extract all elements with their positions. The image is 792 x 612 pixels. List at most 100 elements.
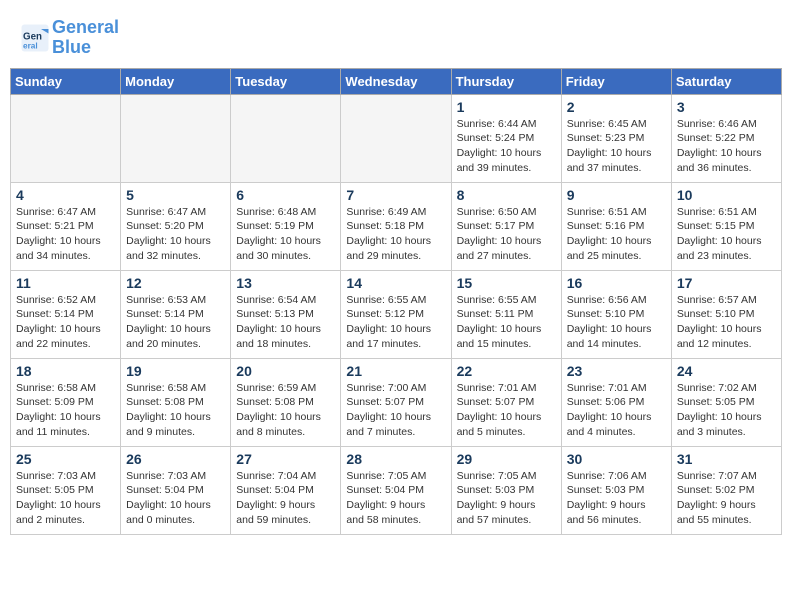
calendar-cell: 2 Sunrise: 6:45 AM Sunset: 5:23 PM Daylig… bbox=[561, 94, 671, 182]
week-row-4: 18 Sunrise: 6:58 AM Sunset: 5:09 PM Dayli… bbox=[11, 358, 782, 446]
logo-icon: Gen eral bbox=[20, 23, 50, 53]
calendar-cell: 4 Sunrise: 6:47 AM Sunset: 5:21 PM Daylig… bbox=[11, 182, 121, 270]
calendar-cell: 20 Sunrise: 6:59 AM Sunset: 5:08 PM Dayli… bbox=[231, 358, 341, 446]
day-info: Sunrise: 7:05 AM Sunset: 5:03 PM Dayligh… bbox=[457, 469, 556, 528]
day-number: 29 bbox=[457, 451, 556, 467]
calendar-cell: 23 Sunrise: 7:01 AM Sunset: 5:06 PM Dayli… bbox=[561, 358, 671, 446]
day-info: Sunrise: 6:51 AM Sunset: 5:15 PM Dayligh… bbox=[677, 205, 776, 264]
day-number: 2 bbox=[567, 99, 666, 115]
calendar-cell: 10Sunrise: 6:51 AM Sunset: 5:15 PM Dayli… bbox=[671, 182, 781, 270]
day-number: 17 bbox=[677, 275, 776, 291]
calendar-cell: 17 Sunrise: 6:57 AM Sunset: 5:10 PM Dayli… bbox=[671, 270, 781, 358]
weekday-header-tuesday: Tuesday bbox=[231, 68, 341, 94]
day-number: 30 bbox=[567, 451, 666, 467]
week-row-3: 11 Sunrise: 6:52 AM Sunset: 5:14 PM Dayli… bbox=[11, 270, 782, 358]
weekday-header-wednesday: Wednesday bbox=[341, 68, 451, 94]
logo: Gen eral GeneralBlue bbox=[20, 18, 119, 58]
logo-text: GeneralBlue bbox=[52, 18, 119, 58]
day-info: Sunrise: 7:05 AM Sunset: 5:04 PM Dayligh… bbox=[346, 469, 445, 528]
day-number: 4 bbox=[16, 187, 115, 203]
week-row-5: 25 Sunrise: 7:03 AM Sunset: 5:05 PM Dayli… bbox=[11, 446, 782, 534]
calendar-cell: 3 Sunrise: 6:46 AM Sunset: 5:22 PM Daylig… bbox=[671, 94, 781, 182]
day-number: 27 bbox=[236, 451, 335, 467]
day-info: Sunrise: 7:01 AM Sunset: 5:06 PM Dayligh… bbox=[567, 381, 666, 440]
day-info: Sunrise: 6:59 AM Sunset: 5:08 PM Dayligh… bbox=[236, 381, 335, 440]
day-number: 19 bbox=[126, 363, 225, 379]
day-info: Sunrise: 7:06 AM Sunset: 5:03 PM Dayligh… bbox=[567, 469, 666, 528]
calendar-cell: 15 Sunrise: 6:55 AM Sunset: 5:11 PM Dayli… bbox=[451, 270, 561, 358]
day-info: Sunrise: 6:49 AM Sunset: 5:18 PM Dayligh… bbox=[346, 205, 445, 264]
calendar-cell bbox=[121, 94, 231, 182]
day-number: 28 bbox=[346, 451, 445, 467]
day-number: 21 bbox=[346, 363, 445, 379]
calendar-cell: 12Sunrise: 6:53 AM Sunset: 5:14 PM Dayli… bbox=[121, 270, 231, 358]
day-number: 31 bbox=[677, 451, 776, 467]
svg-text:eral: eral bbox=[23, 41, 38, 50]
day-info: Sunrise: 6:55 AM Sunset: 5:11 PM Dayligh… bbox=[457, 293, 556, 352]
day-info: Sunrise: 6:52 AM Sunset: 5:14 PM Dayligh… bbox=[16, 293, 115, 352]
calendar-cell: 26 Sunrise: 7:03 AM Sunset: 5:04 PM Dayli… bbox=[121, 446, 231, 534]
calendar-cell: 1 Sunrise: 6:44 AM Sunset: 5:24 PM Daylig… bbox=[451, 94, 561, 182]
calendar-cell: 31 Sunrise: 7:07 AM Sunset: 5:02 PM Dayli… bbox=[671, 446, 781, 534]
day-number: 8 bbox=[457, 187, 556, 203]
day-info: Sunrise: 7:07 AM Sunset: 5:02 PM Dayligh… bbox=[677, 469, 776, 528]
day-number: 20 bbox=[236, 363, 335, 379]
day-number: 3 bbox=[677, 99, 776, 115]
day-info: Sunrise: 7:03 AM Sunset: 5:04 PM Dayligh… bbox=[126, 469, 225, 528]
day-number: 14 bbox=[346, 275, 445, 291]
day-info: Sunrise: 7:00 AM Sunset: 5:07 PM Dayligh… bbox=[346, 381, 445, 440]
calendar-cell: 21 Sunrise: 7:00 AM Sunset: 5:07 PM Dayli… bbox=[341, 358, 451, 446]
day-info: Sunrise: 6:48 AM Sunset: 5:19 PM Dayligh… bbox=[236, 205, 335, 264]
day-number: 1 bbox=[457, 99, 556, 115]
calendar-cell: 11 Sunrise: 6:52 AM Sunset: 5:14 PM Dayli… bbox=[11, 270, 121, 358]
calendar-cell: 28 Sunrise: 7:05 AM Sunset: 5:04 PM Dayli… bbox=[341, 446, 451, 534]
calendar-cell: 24Sunrise: 7:02 AM Sunset: 5:05 PM Dayli… bbox=[671, 358, 781, 446]
day-number: 15 bbox=[457, 275, 556, 291]
calendar-cell: 8 Sunrise: 6:50 AM Sunset: 5:17 PM Daylig… bbox=[451, 182, 561, 270]
day-info: Sunrise: 7:03 AM Sunset: 5:05 PM Dayligh… bbox=[16, 469, 115, 528]
day-info: Sunrise: 6:55 AM Sunset: 5:12 PM Dayligh… bbox=[346, 293, 445, 352]
day-number: 25 bbox=[16, 451, 115, 467]
day-number: 7 bbox=[346, 187, 445, 203]
day-number: 26 bbox=[126, 451, 225, 467]
day-info: Sunrise: 6:57 AM Sunset: 5:10 PM Dayligh… bbox=[677, 293, 776, 352]
calendar-table: SundayMondayTuesdayWednesdayThursdayFrid… bbox=[10, 68, 782, 535]
calendar-cell: 16 Sunrise: 6:56 AM Sunset: 5:10 PM Dayli… bbox=[561, 270, 671, 358]
day-number: 13 bbox=[236, 275, 335, 291]
day-number: 11 bbox=[16, 275, 115, 291]
calendar-cell: 29 Sunrise: 7:05 AM Sunset: 5:03 PM Dayli… bbox=[451, 446, 561, 534]
day-number: 23 bbox=[567, 363, 666, 379]
day-info: Sunrise: 6:47 AM Sunset: 5:20 PM Dayligh… bbox=[126, 205, 225, 264]
day-number: 12 bbox=[126, 275, 225, 291]
week-row-2: 4 Sunrise: 6:47 AM Sunset: 5:21 PM Daylig… bbox=[11, 182, 782, 270]
day-info: Sunrise: 7:01 AM Sunset: 5:07 PM Dayligh… bbox=[457, 381, 556, 440]
calendar-cell bbox=[11, 94, 121, 182]
day-info: Sunrise: 6:44 AM Sunset: 5:24 PM Dayligh… bbox=[457, 117, 556, 176]
day-number: 16 bbox=[567, 275, 666, 291]
weekday-header-thursday: Thursday bbox=[451, 68, 561, 94]
calendar-cell: 7 Sunrise: 6:49 AM Sunset: 5:18 PM Daylig… bbox=[341, 182, 451, 270]
calendar-cell: 18 Sunrise: 6:58 AM Sunset: 5:09 PM Dayli… bbox=[11, 358, 121, 446]
day-info: Sunrise: 6:58 AM Sunset: 5:09 PM Dayligh… bbox=[16, 381, 115, 440]
weekday-header-saturday: Saturday bbox=[671, 68, 781, 94]
calendar-cell: 14 Sunrise: 6:55 AM Sunset: 5:12 PM Dayli… bbox=[341, 270, 451, 358]
day-number: 9 bbox=[567, 187, 666, 203]
day-info: Sunrise: 7:04 AM Sunset: 5:04 PM Dayligh… bbox=[236, 469, 335, 528]
week-row-1: 1 Sunrise: 6:44 AM Sunset: 5:24 PM Daylig… bbox=[11, 94, 782, 182]
day-number: 5 bbox=[126, 187, 225, 203]
calendar-cell bbox=[341, 94, 451, 182]
calendar-cell: 25 Sunrise: 7:03 AM Sunset: 5:05 PM Dayli… bbox=[11, 446, 121, 534]
day-info: Sunrise: 6:50 AM Sunset: 5:17 PM Dayligh… bbox=[457, 205, 556, 264]
calendar-cell: 5 Sunrise: 6:47 AM Sunset: 5:20 PM Daylig… bbox=[121, 182, 231, 270]
day-number: 24 bbox=[677, 363, 776, 379]
day-info: Sunrise: 6:45 AM Sunset: 5:23 PM Dayligh… bbox=[567, 117, 666, 176]
weekday-header-monday: Monday bbox=[121, 68, 231, 94]
calendar-cell bbox=[231, 94, 341, 182]
calendar-cell: 30 Sunrise: 7:06 AM Sunset: 5:03 PM Dayli… bbox=[561, 446, 671, 534]
day-number: 18 bbox=[16, 363, 115, 379]
day-info: Sunrise: 6:46 AM Sunset: 5:22 PM Dayligh… bbox=[677, 117, 776, 176]
day-info: Sunrise: 6:56 AM Sunset: 5:10 PM Dayligh… bbox=[567, 293, 666, 352]
calendar-cell: 19Sunrise: 6:58 AM Sunset: 5:08 PM Dayli… bbox=[121, 358, 231, 446]
day-info: Sunrise: 6:47 AM Sunset: 5:21 PM Dayligh… bbox=[16, 205, 115, 264]
day-number: 6 bbox=[236, 187, 335, 203]
